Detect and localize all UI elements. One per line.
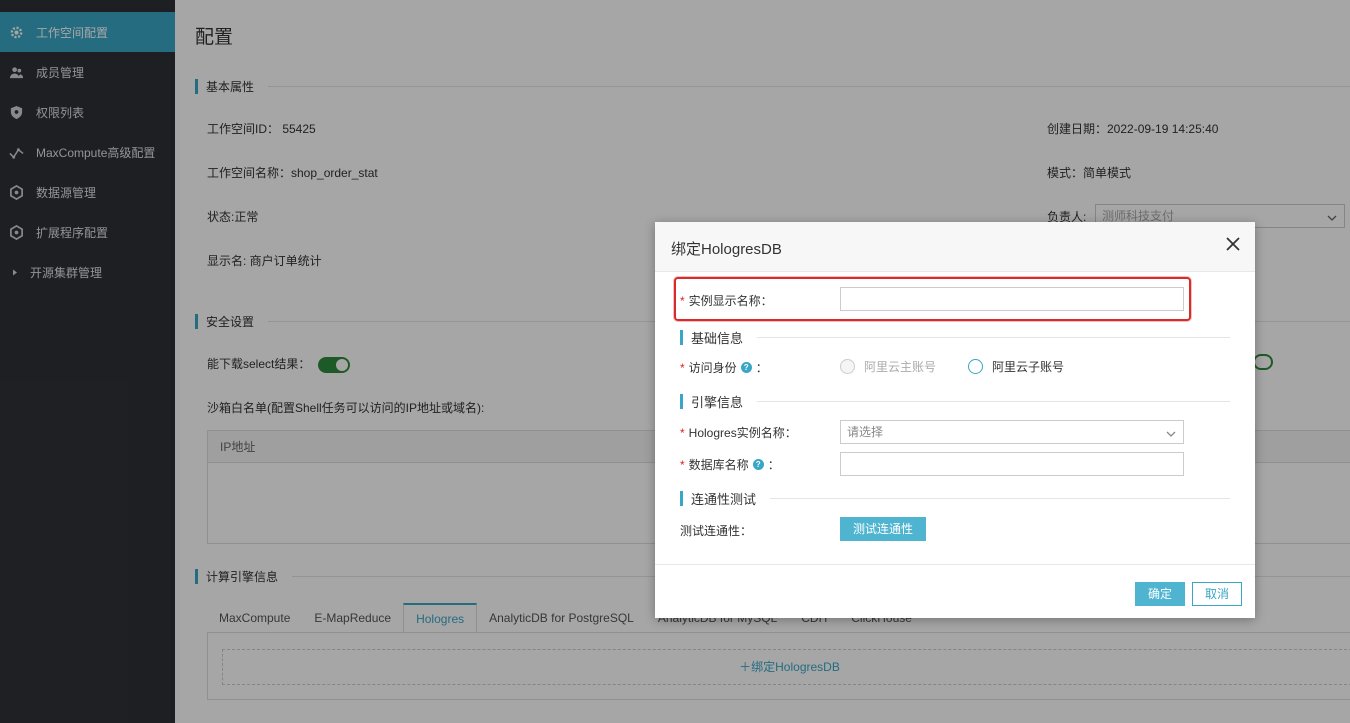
radio-circle xyxy=(840,359,855,374)
required-mark: * xyxy=(680,293,685,308)
instance-display-name-input[interactable] xyxy=(840,287,1184,311)
section-bar xyxy=(680,330,683,345)
required-mark: * xyxy=(680,457,685,472)
hologres-instance-label: * Hologres实例名称： xyxy=(680,424,797,441)
label-suffix: ： xyxy=(767,458,780,472)
bind-hologres-dialog: 绑定HologresDB * 实例显示名称： 基础信息 * 访问身份 ? ： 阿… xyxy=(655,222,1255,618)
section-connectivity: 连通性测试 xyxy=(680,489,1230,508)
close-icon[interactable] xyxy=(1223,234,1243,254)
label-text: 访问身份 xyxy=(688,361,737,375)
section-title: 引擎信息 xyxy=(691,395,744,410)
cancel-button[interactable]: 取消 xyxy=(1192,582,1242,606)
dialog-title: 绑定HologresDB xyxy=(671,241,782,258)
help-icon[interactable]: ? xyxy=(752,459,764,470)
radio-label: 阿里云子账号 xyxy=(992,360,1065,374)
identity-label: * 访问身份 ? ： xyxy=(680,359,768,376)
section-bar xyxy=(680,394,683,409)
section-title: 基础信息 xyxy=(691,331,744,346)
divider xyxy=(770,498,1230,499)
section-engine-info: 引擎信息 xyxy=(680,392,1230,411)
required-mark: * xyxy=(680,360,685,375)
test-connectivity-label: 测试连通性： xyxy=(680,524,753,538)
instance-display-name-label: * 实例显示名称： xyxy=(680,292,773,309)
label-suffix: ： xyxy=(755,361,768,375)
test-connectivity-button[interactable]: 测试连通性 xyxy=(840,517,926,541)
chevron-down-icon xyxy=(1165,425,1177,447)
label-text: 实例显示名称： xyxy=(688,294,773,308)
radio-sub-account[interactable]: 阿里云子账号 xyxy=(968,358,1064,375)
help-icon[interactable]: ? xyxy=(740,362,752,373)
section-basic-info: 基础信息 xyxy=(680,328,1230,347)
label-text: 数据库名称 xyxy=(688,458,749,472)
select-placeholder: 请选择 xyxy=(847,425,884,439)
radio-circle xyxy=(968,359,983,374)
section-title: 连通性测试 xyxy=(691,492,757,507)
divider xyxy=(757,401,1230,402)
divider xyxy=(757,337,1230,338)
hologres-instance-select[interactable]: 请选择 xyxy=(840,420,1184,444)
required-mark: * xyxy=(680,425,685,440)
confirm-button[interactable]: 确定 xyxy=(1135,582,1185,606)
database-name-input[interactable] xyxy=(840,452,1184,476)
radio-label: 阿里云主账号 xyxy=(864,360,937,374)
section-bar xyxy=(680,491,683,506)
dialog-header: 绑定HologresDB xyxy=(655,222,1255,272)
radio-main-account[interactable]: 阿里云主账号 xyxy=(840,358,936,375)
dialog-footer: 确定 取消 xyxy=(655,564,1255,618)
label-text: Hologres实例名称： xyxy=(688,426,797,440)
database-name-label: * 数据库名称 ? ： xyxy=(680,456,780,473)
